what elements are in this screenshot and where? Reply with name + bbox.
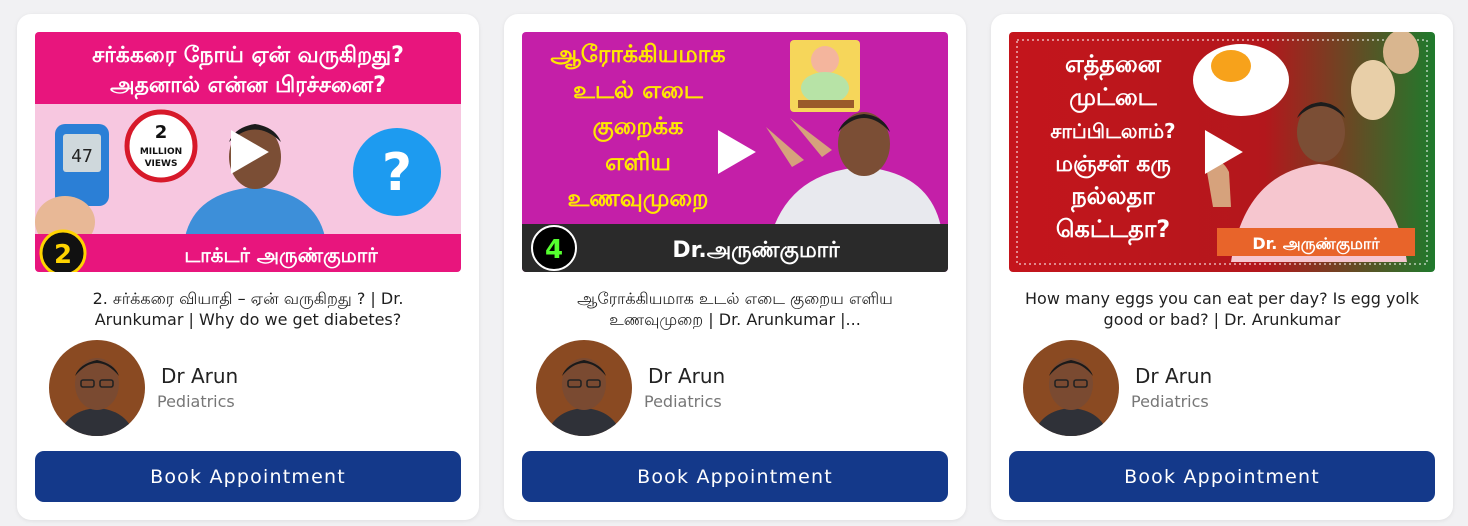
thumb-headline-3: சாப்பிடலாம்? <box>1050 119 1175 143</box>
question-icon: ? <box>353 128 441 216</box>
thumb-footer-text: டாக்டர் அருண்குமார் <box>184 243 378 269</box>
episode-number: 2 <box>54 240 72 270</box>
thumb-headline-1: ஆரோக்கியமாக <box>550 40 725 70</box>
doctor-specialty: Pediatrics <box>1131 392 1209 411</box>
play-icon[interactable] <box>717 130 756 174</box>
video-title[interactable]: How many eggs you can eat per day? Is eg… <box>1025 288 1419 332</box>
million-views-badge: 2 MILLION VIEWS <box>124 109 198 183</box>
book-appointment-button[interactable]: Book Appointment <box>35 451 461 502</box>
video-thumbnail[interactable]: சர்க்கரை நோய் ஏன் வருகிறது? அதனால் என்ன … <box>35 32 461 272</box>
book-appointment-button[interactable]: Book Appointment <box>522 451 948 502</box>
avatar-photo <box>1023 340 1119 436</box>
video-card-row: சர்க்கரை நோய் ஏன் வருகிறது? அதனால் என்ன … <box>0 0 1468 526</box>
badge-number: 2 <box>155 122 168 143</box>
video-card: சர்க்கரை நோய் ஏன் வருகிறது? அதனால் என்ன … <box>17 14 479 520</box>
thumb-headline-4: மஞ்சள் கரு <box>1055 152 1171 179</box>
book-appointment-button[interactable]: Book Appointment <box>1009 451 1435 502</box>
video-card: எத்தனை முட்டை சாப்பிடலாம்? மஞ்சள் கரு நல… <box>991 14 1453 520</box>
svg-text:?: ? <box>382 143 412 203</box>
thumb-headline-5: உணவுமுறை <box>568 184 709 214</box>
doctor-name: Dr Arun <box>648 364 726 388</box>
doctor-specialty: Pediatrics <box>644 392 722 411</box>
badge-text-2: VIEWS <box>145 159 178 169</box>
doctor-name: Dr Arun <box>1135 364 1213 388</box>
doctor-specialty: Pediatrics <box>157 392 235 411</box>
avatar <box>49 340 145 436</box>
thumb-headline-1: சர்க்கரை நோய் ஏன் வருகிறது? <box>92 43 404 70</box>
doctor-info: Dr Arun Pediatrics <box>49 340 449 436</box>
avatar-photo <box>536 340 632 436</box>
doctor-name: Dr Arun <box>161 364 239 388</box>
thumb-headline-6: கெட்டதா? <box>1056 215 1170 246</box>
thumb-footer-text: Dr. அருண்குமார் <box>1252 234 1380 255</box>
video-title[interactable]: 2. சர்க்கரை வியாதி – ஏன் வருகிறது ? | Dr… <box>51 288 445 332</box>
thumb-headline-5: நல்லதா <box>1070 182 1155 213</box>
thumb-headline-4: எளிய <box>605 148 671 176</box>
doctor-info: Dr Arun Pediatrics <box>536 340 936 436</box>
play-icon[interactable] <box>1204 130 1243 174</box>
doctor-info: Dr Arun Pediatrics <box>1023 340 1423 436</box>
episode-number: 4 <box>545 235 563 265</box>
thumb-headline-2: முட்டை <box>1069 83 1157 113</box>
thumb-headline-2: உடல் எடை <box>573 76 704 104</box>
thumb-headline-1: எத்தனை <box>1065 50 1162 81</box>
video-thumbnail[interactable]: ஆரோக்கியமாக உடல் எடை குறைக்க எளிய உணவுமு… <box>522 32 948 272</box>
video-title[interactable]: ஆரோக்கியமாக உடல் எடை குறைய எளிய உணவுமுறை… <box>538 288 932 332</box>
avatar <box>1023 340 1119 436</box>
cartoon-illustration <box>790 40 860 112</box>
glucometer-reading: 47 <box>71 146 93 167</box>
thumb-headline-2: அதனால் என்ன பிரச்சனை? <box>110 73 386 100</box>
thumb-headline-3: குறைக்க <box>593 112 684 142</box>
thumb-footer-text: Dr.அருண்குமார் <box>672 238 840 265</box>
badge-text-1: MILLION <box>140 147 182 157</box>
video-thumbnail[interactable]: எத்தனை முட்டை சாப்பிடலாம்? மஞ்சள் கரு நல… <box>1009 32 1435 272</box>
avatar-photo <box>49 340 145 436</box>
play-icon[interactable] <box>230 130 269 174</box>
avatar <box>536 340 632 436</box>
video-card: ஆரோக்கியமாக உடல் எடை குறைக்க எளிய உணவுமு… <box>504 14 966 520</box>
